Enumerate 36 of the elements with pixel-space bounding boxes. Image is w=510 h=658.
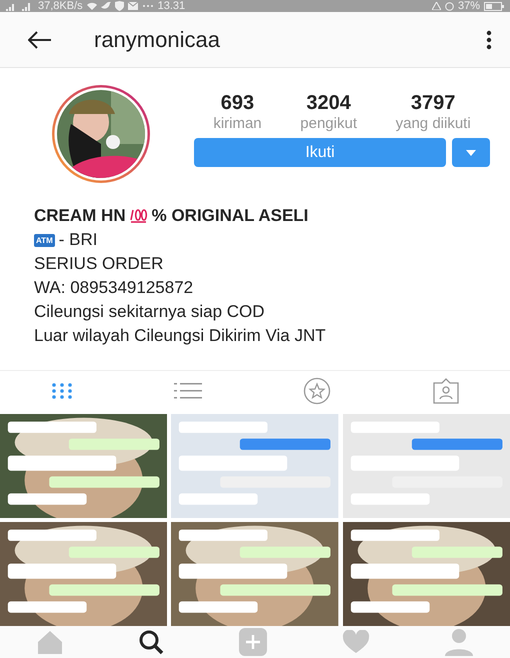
username-title: ranymonicaa bbox=[94, 26, 221, 53]
caret-icon bbox=[466, 150, 476, 156]
stat-count: 693 bbox=[220, 92, 254, 116]
hundred-points-icon bbox=[130, 208, 148, 224]
bird-icon bbox=[100, 2, 111, 10]
search-icon bbox=[138, 628, 164, 655]
stat-label: yang diikuti bbox=[396, 115, 471, 132]
bio-line: SERIUS ORDER bbox=[34, 254, 164, 274]
stat-label: pengikut bbox=[300, 115, 357, 132]
stat-count: 3797 bbox=[410, 92, 456, 116]
stat-count: 3204 bbox=[306, 92, 351, 116]
network-speed: 37,8KB/s bbox=[38, 0, 83, 12]
more-icon bbox=[142, 4, 154, 8]
stat-label: kiriman bbox=[213, 115, 262, 132]
wifi-icon bbox=[86, 2, 97, 10]
back-arrow-icon[interactable] bbox=[28, 30, 52, 49]
triangle-icon bbox=[432, 2, 441, 10]
more-options-icon[interactable] bbox=[486, 30, 492, 50]
battery-percent: 37% bbox=[458, 0, 480, 12]
list-icon bbox=[174, 382, 202, 400]
dropdown-button[interactable] bbox=[452, 138, 490, 168]
bio-headline: % ORIGINAL ASELI bbox=[152, 206, 308, 226]
home-icon bbox=[37, 630, 64, 654]
bio-line: Cileungsi sekitarnya siap COD bbox=[34, 302, 266, 322]
profile-icon bbox=[444, 628, 473, 656]
follow-button[interactable]: Ikuti bbox=[194, 138, 446, 168]
clock: 13.31 bbox=[158, 0, 186, 12]
grid-icon bbox=[50, 382, 72, 400]
person-tag-icon bbox=[432, 378, 460, 404]
heart-icon bbox=[342, 630, 370, 654]
bio-line: WA: 0895349125872 bbox=[34, 278, 194, 298]
atm-badge: ATM bbox=[34, 234, 55, 247]
bio-line: Luar wilayah Cileungsi Dikirim Via JNT bbox=[34, 326, 327, 346]
add-nav-button[interactable] bbox=[236, 626, 269, 658]
bio-headline: CREAM HN bbox=[34, 206, 126, 226]
bio-line: - BRI bbox=[58, 230, 98, 250]
